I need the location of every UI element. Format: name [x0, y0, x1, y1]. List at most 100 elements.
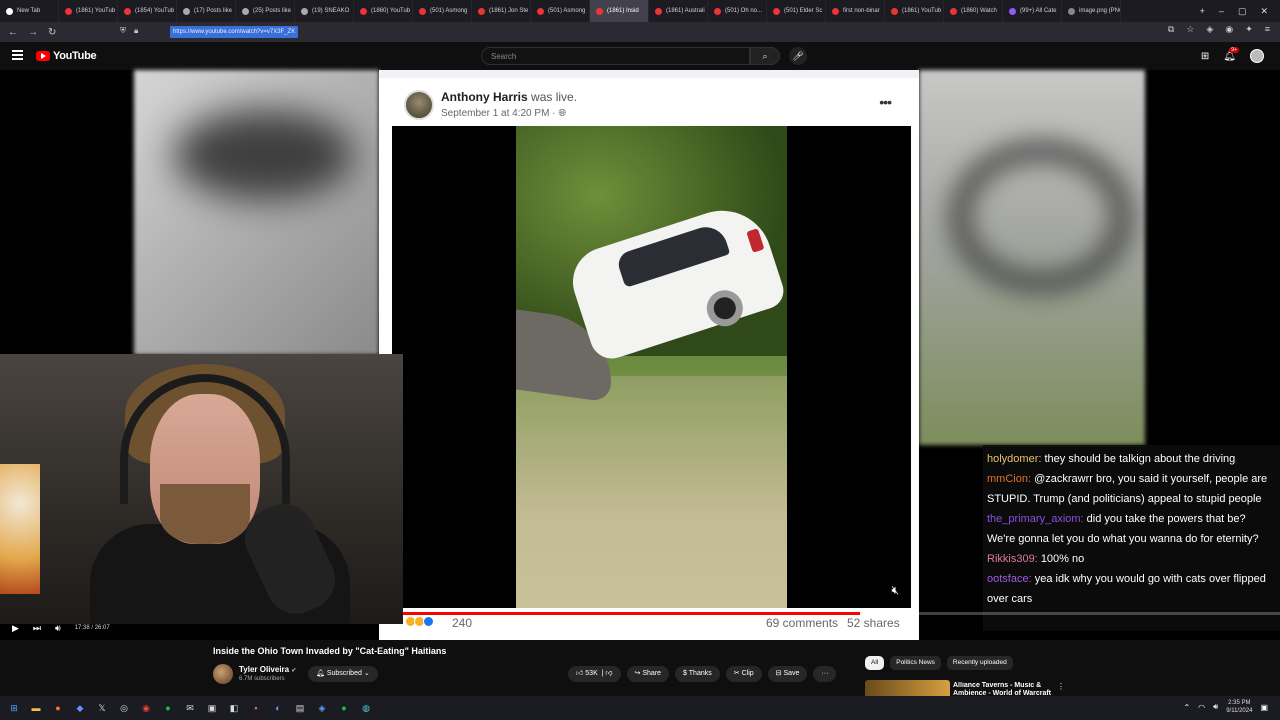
browser-tab[interactable]: (1861) Insid: [590, 0, 649, 22]
browser-tab[interactable]: first non-binar: [826, 0, 885, 22]
forward-icon[interactable]: →: [28, 27, 38, 38]
firefox-icon[interactable]: ●: [50, 700, 66, 716]
spotify-icon[interactable]: ●: [160, 700, 176, 716]
spotify-icon-2[interactable]: ●: [336, 700, 352, 716]
thumbs-down-icon: | 👎︎: [599, 670, 613, 677]
account-icon[interactable]: ◉: [1225, 24, 1233, 35]
play-icon[interactable]: ▶: [12, 623, 19, 634]
tab-favicon-icon: [419, 7, 426, 15]
tray-arrow-icon[interactable]: ⌃: [1183, 703, 1190, 712]
save-button[interactable]: ⊟ Save: [767, 666, 808, 682]
filter-chip[interactable]: Politics News: [890, 656, 941, 670]
file-explorer-icon[interactable]: ▬: [28, 700, 44, 716]
app-icon-7[interactable]: ◍: [358, 700, 374, 716]
close-icon[interactable]: ✕: [1260, 6, 1268, 17]
share-button[interactable]: ↪ Share: [626, 666, 670, 682]
bookmark-star-icon[interactable]: ☆: [1186, 24, 1194, 35]
hamburger-menu-icon[interactable]: [12, 50, 23, 60]
x-icon[interactable]: 𝕏: [94, 700, 110, 716]
browser-tab[interactable]: (1861) Australi: [649, 0, 708, 22]
search-input[interactable]: Search: [481, 47, 750, 65]
tab-label: (25) Posts like: [253, 8, 292, 14]
menu-icon[interactable]: ≡: [1265, 24, 1270, 35]
browser-tab[interactable]: image.png (PNG: [1062, 0, 1121, 22]
microphone-icon: 🎤︎: [792, 51, 804, 61]
volume-icon[interactable]: 🔊︎: [55, 623, 61, 634]
clip-button[interactable]: ✂ Clip: [725, 666, 762, 682]
browser-tab[interactable]: (99+) All Cate: [1003, 0, 1062, 22]
filter-chip[interactable]: Recently uploaded: [946, 656, 1013, 670]
browser-tab[interactable]: (17) Posts like: [177, 0, 236, 22]
lock-icon[interactable]: 🔒︎: [134, 26, 138, 36]
steam-icon[interactable]: ◐: [270, 700, 286, 716]
mail-icon[interactable]: ✉: [182, 700, 198, 716]
browser-tab[interactable]: (1854) YouTub: [118, 0, 177, 22]
chat-message: Rikkis309: 100% no: [987, 549, 1276, 569]
windows-start-icon[interactable]: ⊞: [6, 700, 22, 716]
browser-tab[interactable]: (19) SNEAKO: [295, 0, 354, 22]
app-icon[interactable]: ◆: [72, 700, 88, 716]
browser-tab[interactable]: (501) Asmong: [413, 0, 472, 22]
notification-center-icon[interactable]: ▣: [1260, 703, 1268, 712]
progress-bar[interactable]: [403, 612, 1280, 615]
chat-message: mmCion: @zackrawrr bro, you said it your…: [987, 469, 1276, 509]
app-icon-4[interactable]: ▪: [248, 700, 264, 716]
app-icon-3[interactable]: ◧: [226, 700, 242, 716]
url-field[interactable]: https://www.youtube.com/watch?v=v7X3F_ZK: [170, 26, 299, 38]
browser-tab[interactable]: (1860) YouTub: [354, 0, 413, 22]
screenshot-icon[interactable]: ⧉: [1168, 24, 1174, 35]
browser-tab[interactable]: (25) Posts like: [236, 0, 295, 22]
avatar[interactable]: [1250, 49, 1264, 63]
tab-favicon-icon: [596, 7, 603, 15]
like-button[interactable]: 👍︎ 53K | 👎︎: [568, 666, 621, 682]
tab-label: image.png (PNG: [1079, 8, 1121, 14]
browser-tab[interactable]: (1860) Watch: [944, 0, 1003, 22]
channel-avatar[interactable]: [213, 664, 233, 684]
video-player[interactable]: Anthony Harris was live. September 1 at …: [0, 70, 1280, 640]
minimize-icon[interactable]: –: [1219, 6, 1224, 17]
pocket-icon[interactable]: ◈: [1206, 24, 1213, 35]
app-icon-5[interactable]: ▤: [292, 700, 308, 716]
channel-name-line[interactable]: Tyler Oliveira ✔: [239, 665, 296, 674]
notifications-button[interactable]: 🔔︎ 9+: [1223, 46, 1239, 62]
share-count: 52 shares: [847, 616, 900, 630]
verified-icon: ✔: [291, 668, 297, 674]
extensions-icon[interactable]: ✦: [1245, 24, 1253, 35]
reload-icon[interactable]: ↻: [48, 27, 56, 38]
shield-icon[interactable]: ⛨: [120, 26, 126, 36]
browser-tab[interactable]: (501) Asmong: [531, 0, 590, 22]
bell-icon: 🔔︎: [316, 670, 325, 677]
next-icon[interactable]: ⏭: [33, 623, 41, 634]
chrome-icon[interactable]: ◉: [138, 700, 154, 716]
voice-search-button[interactable]: 🎤︎: [789, 47, 807, 65]
app-icon-6[interactable]: ◈: [314, 700, 330, 716]
back-icon[interactable]: ←: [8, 27, 18, 38]
browser-tab[interactable]: (501) Oh no...: [708, 0, 767, 22]
browser-tab[interactable]: New Tab: [0, 0, 59, 22]
subscribe-button[interactable]: 🔔︎ Subscribed ⌄: [308, 666, 378, 682]
thanks-button[interactable]: $ Thanks: [675, 666, 720, 682]
post-date: September 1 at 4:20 PM ·: [441, 108, 556, 119]
maximize-icon[interactable]: ▢: [1238, 6, 1247, 17]
browser-tab[interactable]: (501) Elder Sc: [767, 0, 826, 22]
tab-favicon-icon: [360, 7, 367, 15]
obs-icon[interactable]: ◎: [116, 700, 132, 716]
new-tab-icon[interactable]: +: [1200, 6, 1205, 17]
create-icon[interactable]: ⊞: [1201, 51, 1209, 62]
browser-tab[interactable]: (1861) YouTub: [885, 0, 944, 22]
tab-favicon-icon: [714, 7, 721, 15]
search-button[interactable]: ⌕: [750, 47, 780, 65]
post-more-icon: •••: [879, 94, 892, 110]
filter-chip[interactable]: All: [865, 656, 885, 670]
youtube-logo[interactable]: YouTube: [36, 50, 97, 62]
more-actions-button[interactable]: ···: [813, 666, 837, 682]
streamer-webcam: [0, 354, 403, 624]
wifi-icon[interactable]: ◠: [1198, 703, 1205, 712]
clock[interactable]: 2:35 PM 9/11/2024: [1226, 699, 1252, 715]
video-actions: 👍︎ 53K | 👎︎ ↪ Share $ Thanks ✂ Clip ⊟ Sa…: [568, 666, 837, 682]
more-vert-icon[interactable]: ⋮: [1057, 682, 1065, 691]
browser-tab[interactable]: (1861) YouTub: [59, 0, 118, 22]
volume-tray-icon[interactable]: 🔊︎: [1213, 702, 1218, 712]
browser-tab[interactable]: (1861) Jon Ste: [472, 0, 531, 22]
app-icon-2[interactable]: ▣: [204, 700, 220, 716]
